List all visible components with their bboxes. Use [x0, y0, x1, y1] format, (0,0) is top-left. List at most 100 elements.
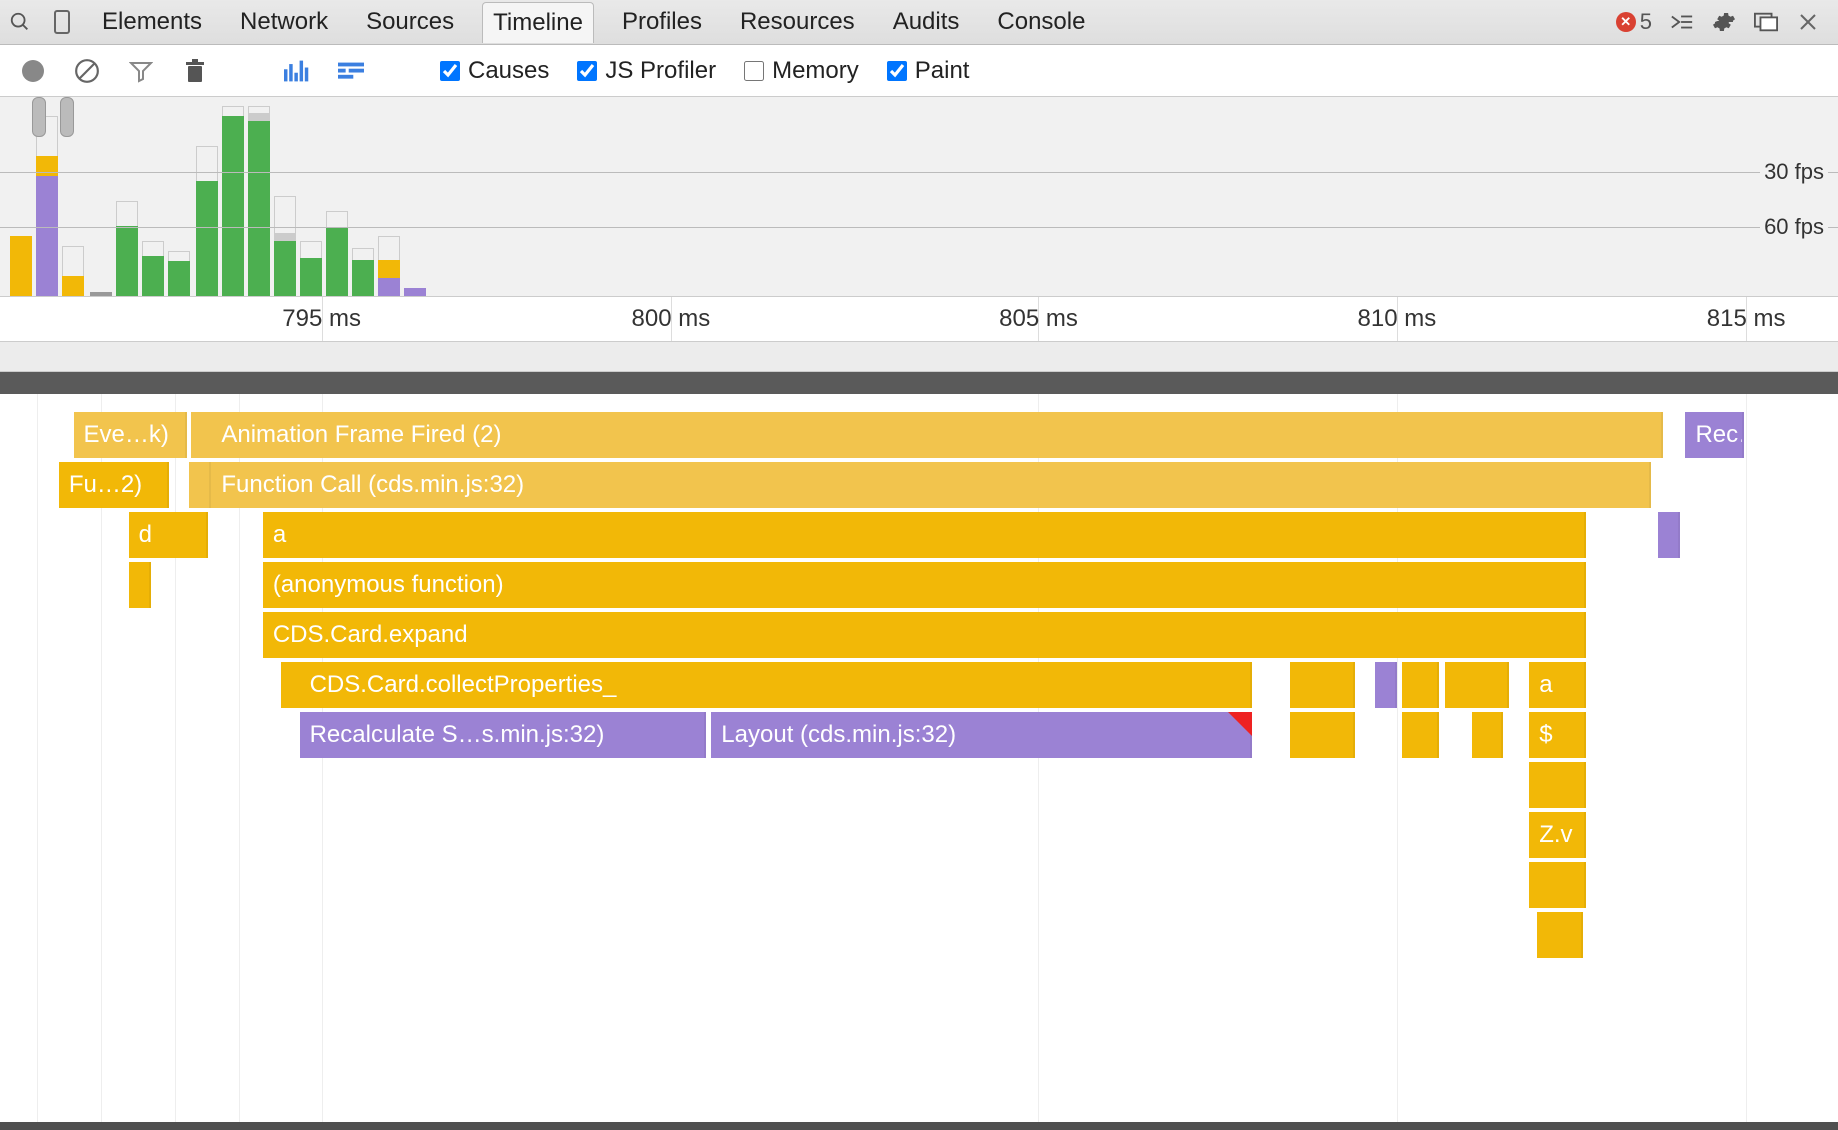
checkbox-paint-input[interactable] — [887, 61, 907, 81]
flame-segment[interactable]: Rec…2) — [1685, 412, 1744, 458]
ruler-tick-label: 815 ms — [1707, 305, 1786, 333]
flame-segment[interactable] — [129, 562, 151, 608]
overview-bar-segment — [378, 260, 400, 278]
device-icon[interactable] — [50, 10, 74, 34]
checkbox-causes-input[interactable] — [440, 61, 460, 81]
flame-segment[interactable]: Fu…2) — [59, 462, 169, 508]
fps-line — [0, 227, 1838, 228]
flame-segment[interactable] — [1290, 712, 1354, 758]
close-icon[interactable] — [1796, 10, 1820, 34]
error-indicator[interactable]: ✕ 5 — [1616, 9, 1652, 35]
tab-network[interactable]: Network — [230, 2, 338, 42]
flame-row — [0, 912, 1838, 960]
flame-row — [0, 762, 1838, 810]
flame-segment[interactable] — [191, 412, 213, 458]
flame-row: (anonymous function) — [0, 562, 1838, 610]
flame-segment[interactable] — [1529, 862, 1586, 908]
checkbox-js-profiler-label: JS Profiler — [605, 57, 716, 85]
drawer-toggle-icon[interactable] — [1670, 10, 1694, 34]
ruler-tick-label: 800 ms — [632, 305, 711, 333]
fps-label: 30 fps — [1760, 159, 1828, 185]
checkbox-js-profiler[interactable]: JS Profiler — [577, 57, 716, 85]
overview-track — [0, 106, 1838, 296]
filter-icon[interactable] — [128, 58, 154, 84]
search-icon[interactable] — [8, 10, 32, 34]
flame-segment[interactable]: Animation Frame Fired (2) — [211, 412, 1663, 458]
overview-bar-segment — [90, 292, 112, 296]
flame-segment[interactable]: Layout (cds.min.js:32) — [711, 712, 1251, 758]
flame-chart-mode-icon[interactable] — [338, 58, 364, 84]
bar-chart-mode-icon[interactable] — [284, 58, 310, 84]
range-handle[interactable] — [32, 97, 46, 137]
time-ruler[interactable]: 795 ms 800 ms 805 ms 810 ms 815 ms — [0, 297, 1838, 342]
overview-panel[interactable]: 30 fps 60 fps — [0, 97, 1838, 297]
error-count: 5 — [1640, 9, 1652, 35]
flame-segment[interactable] — [1472, 662, 1509, 708]
tab-console[interactable]: Console — [987, 2, 1095, 42]
settings-gear-icon[interactable] — [1712, 10, 1736, 34]
ruler-tick-label: 795 ms — [282, 305, 361, 333]
flame-segment[interactable] — [1537, 912, 1583, 958]
overview-bar-segment — [116, 226, 138, 296]
flame-segment[interactable]: d — [129, 512, 208, 558]
tab-timeline[interactable]: Timeline — [482, 2, 594, 43]
flame-segment[interactable] — [1529, 762, 1586, 808]
ruler-tick-label: 810 ms — [1358, 305, 1437, 333]
checkbox-paint[interactable]: Paint — [887, 57, 970, 85]
flame-segment[interactable] — [1375, 662, 1397, 708]
tab-resources[interactable]: Resources — [730, 2, 865, 42]
flame-segment[interactable] — [189, 462, 211, 508]
clear-icon[interactable] — [74, 58, 100, 84]
checkbox-paint-label: Paint — [915, 57, 970, 85]
ruler-tick-label: 805 ms — [999, 305, 1078, 333]
flame-segment[interactable] — [1658, 512, 1680, 558]
checkbox-js-profiler-input[interactable] — [577, 61, 597, 81]
flame-segment[interactable]: Function Call (cds.min.js:32) — [211, 462, 1650, 508]
flame-row: CDS.Card.expand — [0, 612, 1838, 660]
flame-segment[interactable]: a — [263, 512, 1586, 558]
warning-triangle-icon — [1228, 712, 1252, 736]
overview-bar-segment — [62, 276, 84, 296]
tab-profiles[interactable]: Profiles — [612, 2, 712, 42]
error-x-icon: ✕ — [1616, 12, 1636, 32]
tab-audits[interactable]: Audits — [883, 2, 970, 42]
flame-segment[interactable] — [1472, 712, 1503, 758]
fps-line — [0, 172, 1838, 173]
tab-sources[interactable]: Sources — [356, 2, 464, 42]
tab-elements[interactable]: Elements — [92, 2, 212, 42]
fps-label: 60 fps — [1760, 214, 1828, 240]
overview-bar-segment — [352, 260, 374, 296]
overview-bar-segment — [222, 116, 244, 296]
checkbox-memory[interactable]: Memory — [744, 57, 859, 85]
checkbox-memory-label: Memory — [772, 57, 859, 85]
bottom-divider — [0, 1122, 1838, 1130]
flame-row: Eve…k) Animation Frame Fired (2) Rec…2) — [0, 412, 1838, 460]
overview-bar-segment — [274, 233, 296, 241]
overview-bar-segment — [36, 156, 58, 176]
flame-segment[interactable]: CDS.Card.expand — [263, 612, 1586, 658]
ruler-strip-dark — [0, 372, 1838, 394]
range-handle[interactable] — [60, 97, 74, 137]
flame-segment[interactable]: CDS.Card.collectProperties_ — [300, 662, 1252, 708]
flame-segment[interactable]: Recalculate S…s.min.js:32) — [300, 712, 706, 758]
flame-segment[interactable] — [1402, 712, 1439, 758]
flame-row — [0, 862, 1838, 910]
flame-segment[interactable]: a — [1529, 662, 1586, 708]
record-button[interactable] — [20, 58, 46, 84]
overview-bar-segment — [142, 256, 164, 296]
flame-segment[interactable] — [1290, 662, 1354, 708]
flame-row: CDS.Card.collectProperties_ a — [0, 662, 1838, 710]
checkbox-causes[interactable]: Causes — [440, 57, 549, 85]
flame-segment[interactable]: Eve…k) — [74, 412, 188, 458]
overview-bar-segment — [10, 236, 32, 296]
garbage-icon[interactable] — [182, 58, 208, 84]
flame-segment[interactable] — [1402, 662, 1439, 708]
dock-icon[interactable] — [1754, 10, 1778, 34]
flame-segment[interactable]: (anonymous function) — [263, 562, 1586, 608]
overview-bar-segment — [300, 258, 322, 296]
flame-row: Fu…2) Function Call (cds.min.js:32) — [0, 462, 1838, 510]
flame-segment[interactable]: Z.v — [1529, 812, 1586, 858]
checkbox-memory-input[interactable] — [744, 61, 764, 81]
flame-segment[interactable]: $ — [1529, 712, 1586, 758]
flame-chart[interactable]: Eve…k)Animation Frame Fired (2)Rec…2)Fu…… — [0, 394, 1838, 1130]
